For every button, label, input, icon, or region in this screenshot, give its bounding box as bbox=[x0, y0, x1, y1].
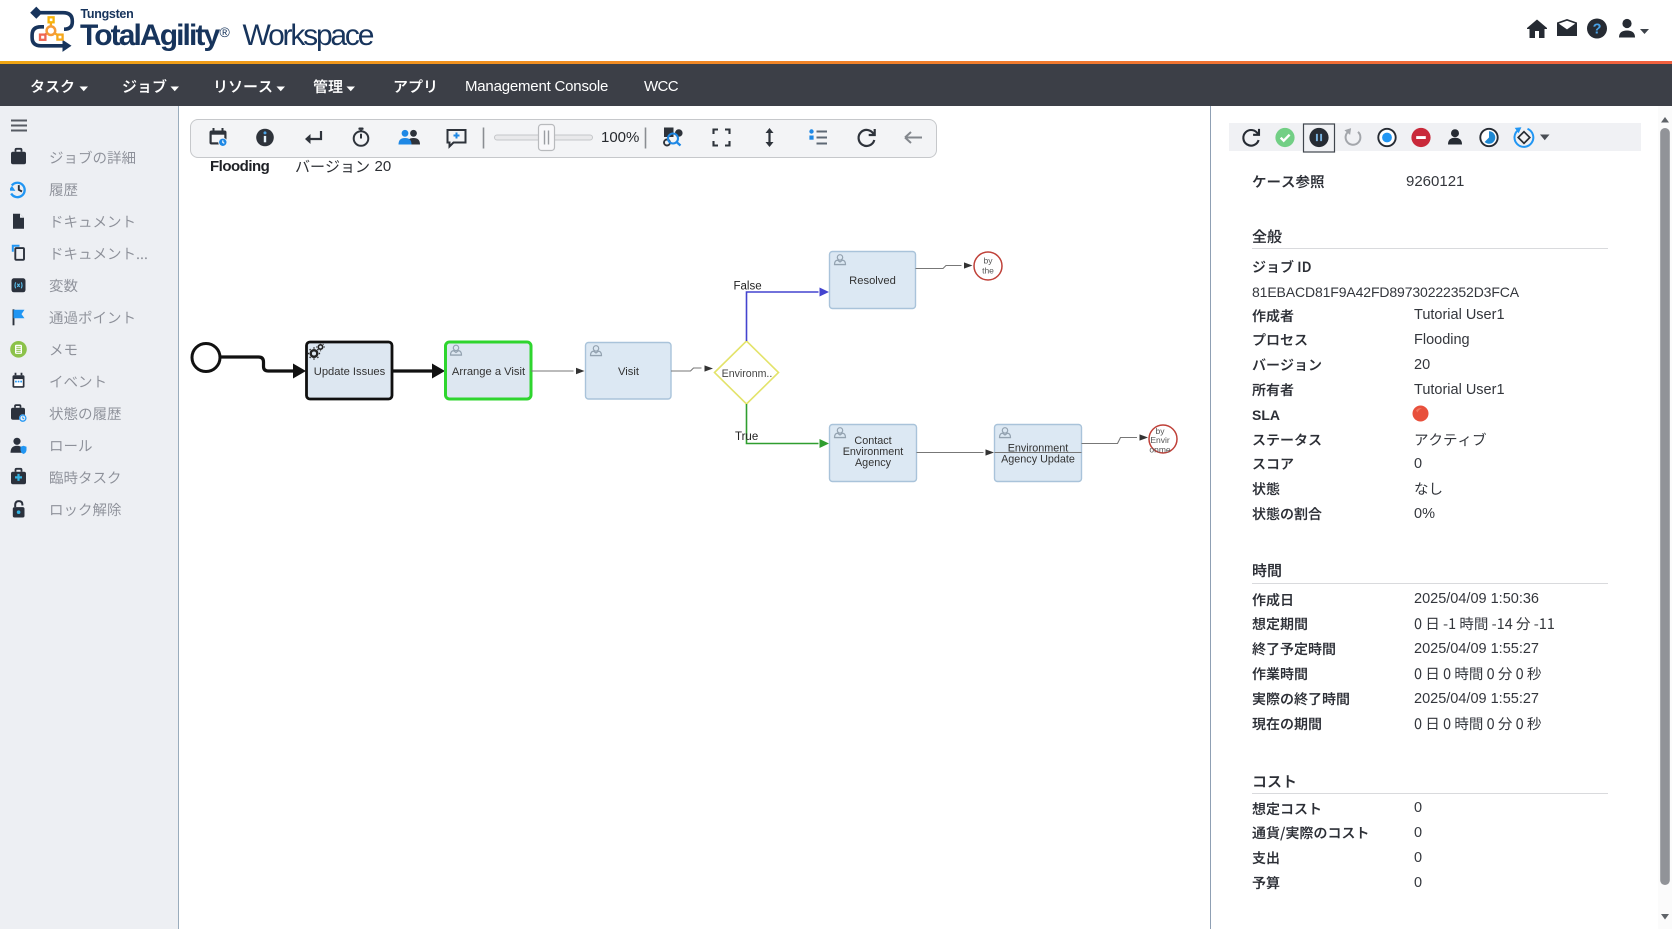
svg-text:Resolved: Resolved bbox=[849, 275, 896, 287]
svg-text:by: by bbox=[984, 256, 994, 266]
svg-text:Update Issues: Update Issues bbox=[314, 366, 386, 378]
svg-text:Visit: Visit bbox=[618, 366, 640, 378]
svg-text:Agency Update: Agency Update bbox=[1001, 454, 1075, 466]
svg-text:Arrange a Visit: Arrange a Visit bbox=[452, 366, 526, 378]
svg-text:True: True bbox=[735, 431, 758, 443]
svg-text:False: False bbox=[734, 281, 762, 293]
svg-text:Agency: Agency bbox=[855, 457, 892, 469]
svg-text:onme: onme bbox=[1149, 444, 1171, 454]
svg-text:Environm..: Environm.. bbox=[722, 368, 773, 380]
svg-text:the: the bbox=[982, 266, 994, 276]
